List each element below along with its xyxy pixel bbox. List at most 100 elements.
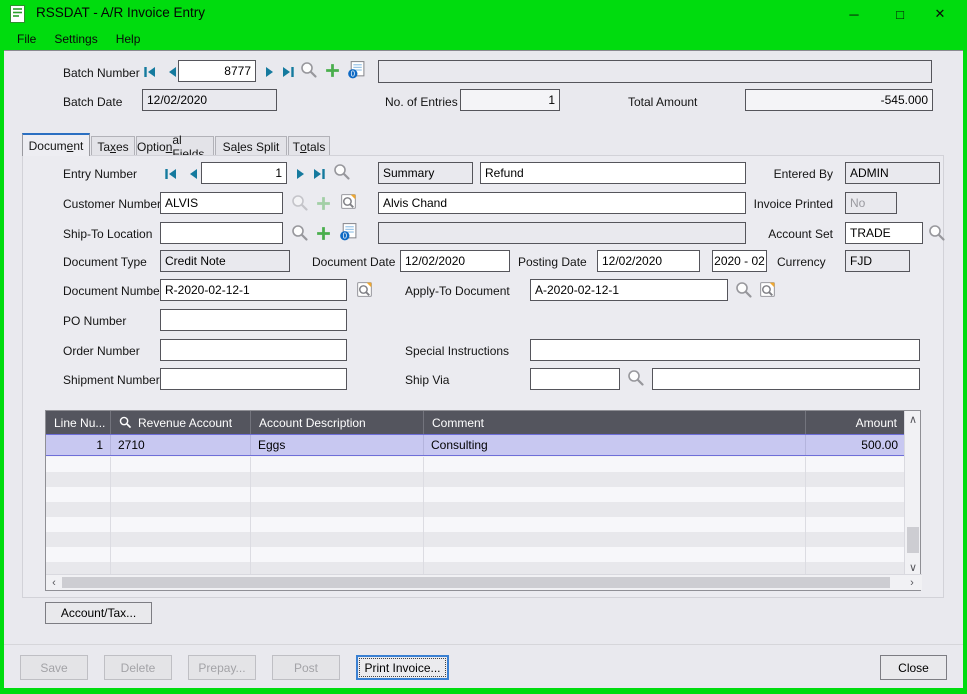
previous-entry-icon[interactable] — [185, 166, 201, 182]
account-set-input[interactable]: TRADE — [845, 222, 923, 244]
apply-to-document-input[interactable]: A-2020-02-12-1 — [530, 279, 728, 301]
ship-to-finder-icon[interactable] — [291, 224, 309, 242]
batch-number-input[interactable]: 8777 — [178, 60, 256, 82]
close-button[interactable]: Close — [880, 655, 947, 680]
window-title: RSSDAT - A/R Invoice Entry — [36, 5, 205, 20]
ship-via-name-input[interactable] — [652, 368, 920, 390]
column-header-comment[interactable]: Comment — [424, 411, 806, 434]
next-batch-icon[interactable] — [262, 64, 278, 80]
batch-description-field[interactable] — [378, 60, 932, 83]
tab-document[interactable]: Document — [22, 133, 90, 156]
po-number-input[interactable] — [160, 309, 347, 331]
column-header-account-description[interactable]: Account Description — [251, 411, 424, 434]
close-window-button[interactable]: ✕ — [924, 0, 956, 28]
menu-item-help[interactable]: Help — [107, 30, 150, 48]
account-set-finder-icon[interactable] — [928, 224, 946, 242]
column-header-line-nu-[interactable]: Line Nu... — [46, 411, 111, 434]
svg-text:0: 0 — [343, 231, 348, 240]
scroll-left-icon[interactable]: ‹ — [46, 575, 62, 591]
tab-totals[interactable]: Totals — [288, 136, 330, 156]
empty-table-row — [46, 517, 906, 532]
first-batch-icon[interactable] — [142, 64, 158, 80]
ship-to-location-input[interactable] — [160, 222, 283, 244]
shipment-number-input[interactable] — [160, 368, 347, 390]
vertical-scrollbar[interactable]: ∧ ∨ — [904, 411, 920, 576]
tab-taxes[interactable]: Taxes — [91, 136, 135, 156]
customer-name-field[interactable]: Alvis Chand — [378, 192, 746, 214]
print-invoice-button[interactable]: Print Invoice... — [356, 655, 449, 680]
shipment-number-label: Shipment Number — [63, 373, 160, 387]
entry-finder-icon[interactable] — [333, 163, 351, 181]
po-number-label: PO Number — [63, 314, 126, 328]
document-date-label: Document Date — [312, 255, 395, 269]
posting-date-label: Posting Date — [518, 255, 587, 269]
customer-number-input[interactable]: ALVIS — [160, 192, 283, 214]
entry-description-field[interactable]: Refund — [480, 162, 746, 184]
account-tax-button[interactable]: Account/Tax... — [45, 602, 152, 624]
first-entry-icon[interactable] — [163, 166, 179, 182]
entered-by-label: Entered By — [753, 167, 833, 181]
ship-via-code-input[interactable] — [530, 368, 620, 390]
entry-type-field: Summary — [378, 162, 473, 184]
cell-revenue-account: 2710 — [111, 435, 251, 455]
posting-date-input[interactable]: 12/02/2020 — [597, 250, 700, 272]
table-row[interactable]: 12710EggsConsulting500.00 — [46, 434, 906, 456]
apply-to-inquiry-icon[interactable] — [758, 280, 776, 298]
apply-to-document-label: Apply-To Document — [405, 284, 510, 298]
column-header-amount[interactable]: Amount — [806, 411, 906, 434]
horizontal-scrollbar[interactable]: ‹ › — [46, 574, 922, 590]
ship-via-finder-icon[interactable] — [627, 369, 645, 387]
cell-line-nu-: 1 — [46, 435, 111, 455]
cell-comment: Consulting — [424, 435, 806, 455]
invoice-detail-table: Line Nu...Revenue AccountAccount Descrip… — [45, 410, 921, 591]
entered-by-field: ADMIN — [845, 162, 940, 184]
document-date-input[interactable]: 12/02/2020 — [400, 250, 510, 272]
next-entry-icon[interactable] — [293, 166, 309, 182]
ship-via-label: Ship Via — [405, 373, 449, 387]
last-batch-icon[interactable] — [280, 64, 296, 80]
delete-button: Delete — [104, 655, 172, 680]
post-button: Post — [272, 655, 340, 680]
scroll-up-icon[interactable]: ∧ — [905, 411, 921, 427]
total-amount-label: Total Amount — [628, 95, 697, 109]
batch-date-field[interactable]: 12/02/2020 — [142, 89, 277, 111]
maximize-button[interactable]: □ — [884, 0, 916, 28]
entry-number-label: Entry Number — [63, 167, 137, 181]
no-of-entries-field: 1 — [460, 89, 560, 111]
batch-info-zero-icon[interactable]: 0 — [347, 60, 365, 78]
menu-item-file[interactable]: File — [8, 30, 45, 48]
batch-finder-icon[interactable] — [300, 61, 318, 79]
cell-account-description: Eggs — [251, 435, 424, 455]
customer-finder-icon[interactable] — [291, 194, 309, 212]
apply-to-finder-icon[interactable] — [735, 281, 753, 299]
document-inquiry-icon[interactable] — [355, 280, 373, 298]
last-entry-icon[interactable] — [311, 166, 327, 182]
document-type-field: Credit Note — [160, 250, 290, 272]
entry-number-input[interactable]: 1 — [201, 162, 287, 184]
minimize-button[interactable]: ─ — [838, 0, 870, 28]
ship-to-info-zero-icon[interactable]: 0 — [339, 222, 357, 240]
currency-field: FJD — [845, 250, 910, 272]
vertical-scroll-thumb[interactable] — [907, 527, 919, 553]
horizontal-scroll-thumb[interactable] — [62, 577, 890, 588]
year-period-field: 2020 - 02 — [712, 250, 767, 272]
customer-inquiry-icon[interactable] — [339, 192, 357, 210]
special-instructions-input[interactable] — [530, 339, 920, 361]
account-set-label: Account Set — [753, 227, 833, 241]
scroll-right-icon[interactable]: › — [904, 575, 920, 591]
column-header-revenue-account[interactable]: Revenue Account — [111, 411, 251, 434]
table-empty-rows — [46, 457, 906, 576]
tab-optional-fields[interactable]: Optional Fields — [136, 136, 214, 156]
ship-to-location-label: Ship-To Location — [63, 227, 152, 241]
new-batch-plus-icon[interactable] — [324, 62, 342, 80]
button-separator — [4, 644, 963, 645]
menu-item-settings[interactable]: Settings — [45, 30, 106, 48]
scroll-down-icon[interactable]: ∨ — [905, 559, 921, 575]
order-number-input[interactable] — [160, 339, 347, 361]
new-customer-plus-icon[interactable] — [315, 195, 333, 213]
title-bar: RSSDAT - A/R Invoice Entry ─ □ ✕ — [0, 0, 967, 28]
tab-sales-split[interactable]: Sales Split — [215, 136, 287, 156]
new-ship-to-plus-icon[interactable] — [315, 225, 333, 243]
document-number-input[interactable]: R-2020-02-12-1 — [160, 279, 347, 301]
prepay-button: Prepay... — [188, 655, 256, 680]
